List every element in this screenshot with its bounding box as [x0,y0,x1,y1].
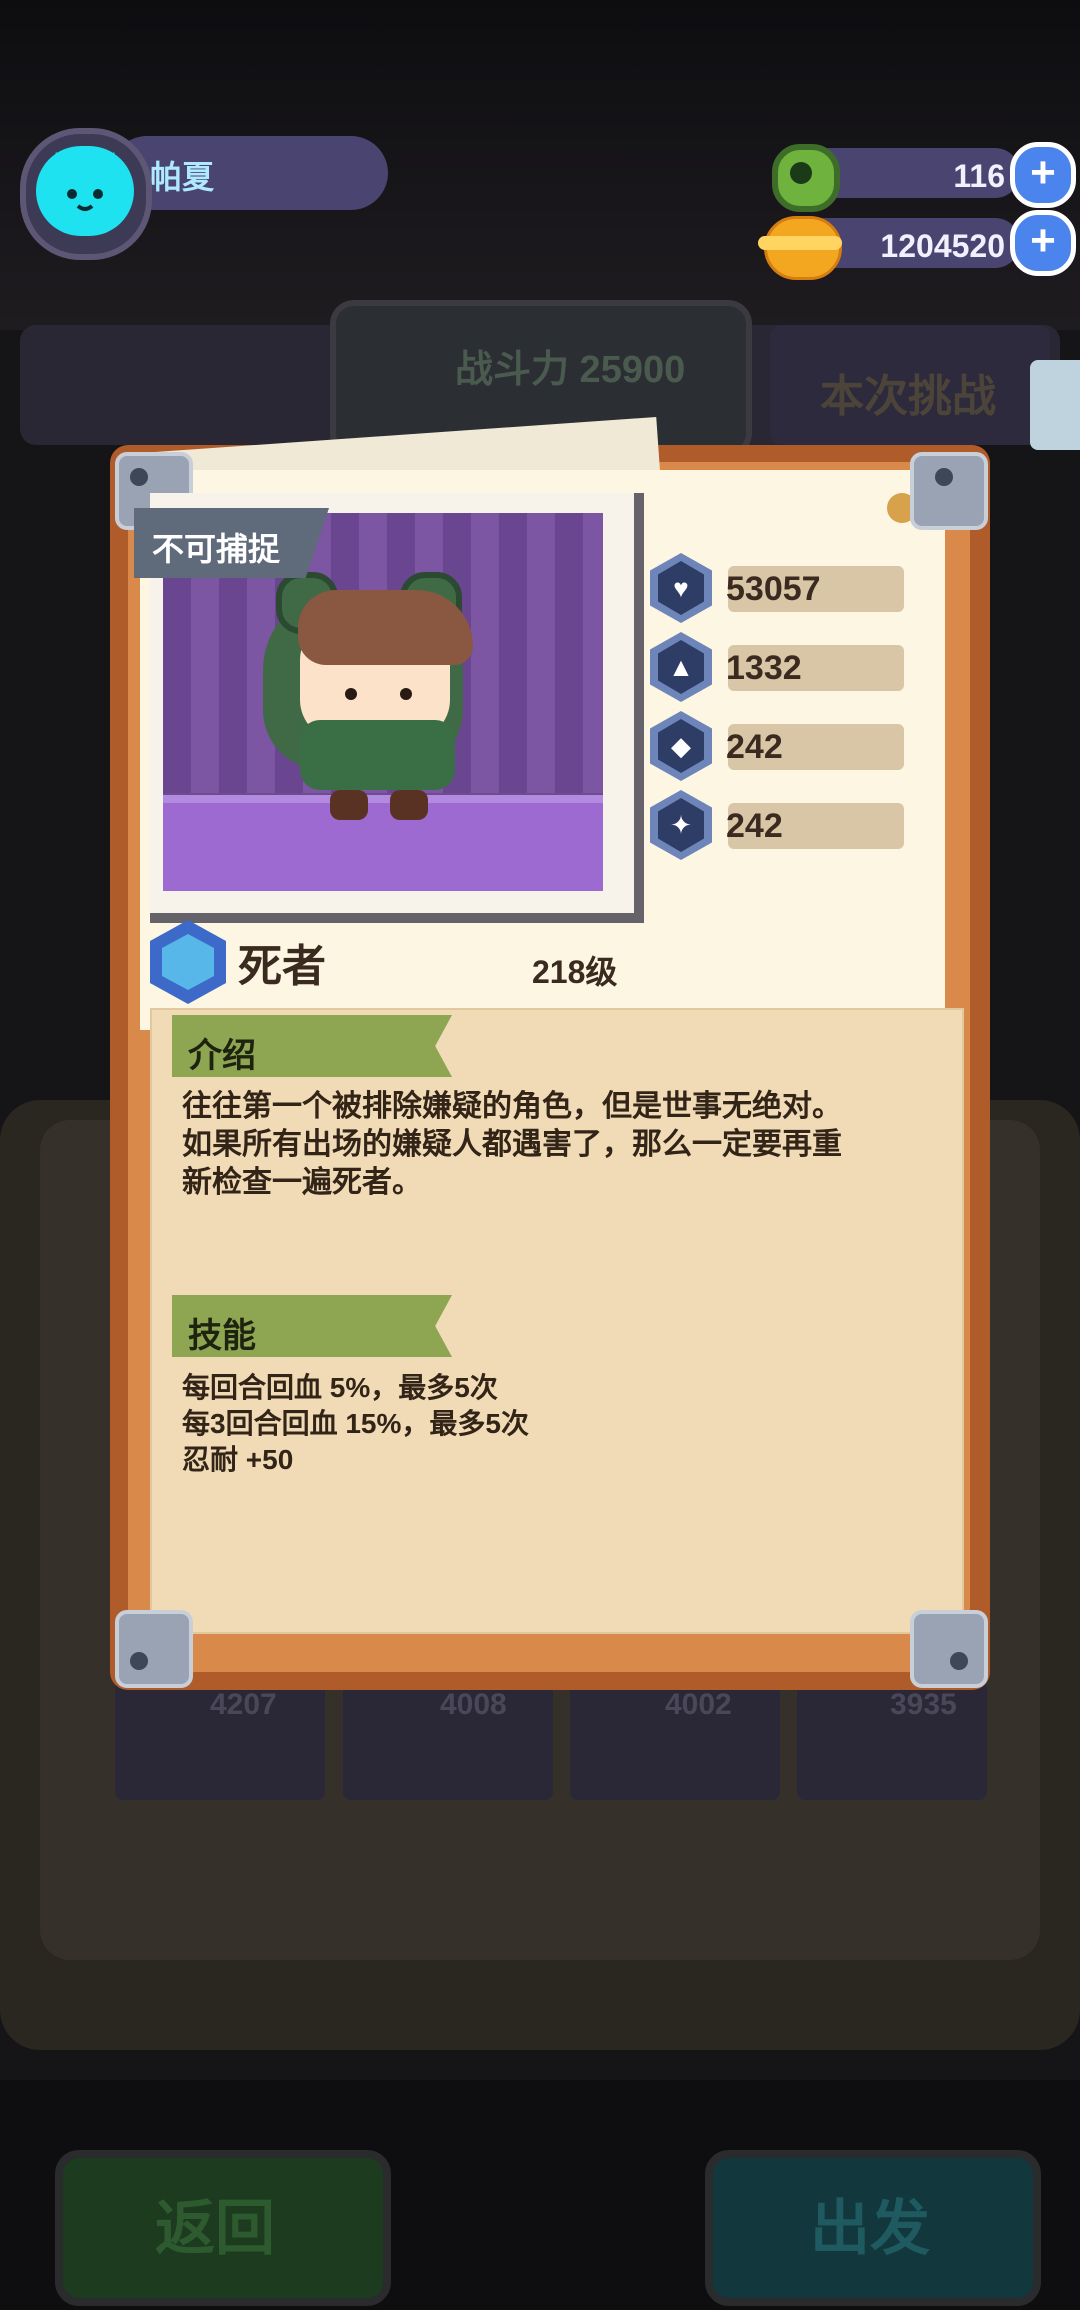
bolt [130,468,148,486]
character-shoe [390,790,428,820]
suspect-card-number: 4002 [665,1688,732,1721]
corner-bracket [910,1610,988,1688]
character-shoe [330,790,368,820]
suspect-card-number: 3935 [890,1688,957,1721]
intro-line: 如果所有出场的嫌疑人都遇害了，那么一定要再重 [182,1128,842,1161]
character-body [300,720,455,790]
stat-hp-value: 53057 [726,570,821,608]
depart-button-label: 出发 [810,2195,930,2262]
character-eye [345,688,357,700]
coin-value: 1204520 [880,228,1005,264]
skill-item: 每3回合回血 15%，最多5次 [182,1408,529,1439]
stage [163,795,603,891]
skills-title: 技能 [188,1317,256,1355]
character-level: 218级 [532,954,618,990]
add-coin-button[interactable]: + [1010,210,1076,276]
character-hair [298,590,473,665]
stat-defense-value: 242 [726,728,783,766]
add-gem-button[interactable]: + [1010,142,1076,208]
bolt [130,1652,148,1670]
avatar [36,146,134,236]
skill-item: 每回合回血 5%，最多5次 [182,1372,498,1403]
player-name: 帕夏 [150,159,215,195]
bolt [935,468,953,486]
stat-attack-value: 1332 [726,649,802,687]
back-button-label: 返回 [155,2195,275,2262]
capture-tag-label: 不可捕捉 [152,531,281,567]
gem-value: 116 [953,158,1005,194]
intro-title: 介绍 [188,1037,256,1075]
character-name: 死者 [238,942,326,991]
suspect-card-number: 4008 [440,1688,507,1721]
skill-item: 忍耐 +50 [182,1444,294,1475]
intro-line: 新检查一遍死者。 [182,1166,422,1199]
share-icon[interactable] [1030,360,1080,450]
combat-power-text: 战斗力 25900 [455,349,686,391]
character-eye [400,688,412,700]
suspect-card-number: 4207 [210,1688,277,1721]
bolt [950,1652,968,1670]
corner-bracket [910,452,988,530]
intro-line: 往往第一个被排除嫌疑的角色，但是世事无绝对。 [182,1090,842,1123]
corner-bracket [115,1610,193,1688]
challenge-label: 本次挑战 [820,372,996,421]
stat-dodge-value: 242 [726,807,783,845]
